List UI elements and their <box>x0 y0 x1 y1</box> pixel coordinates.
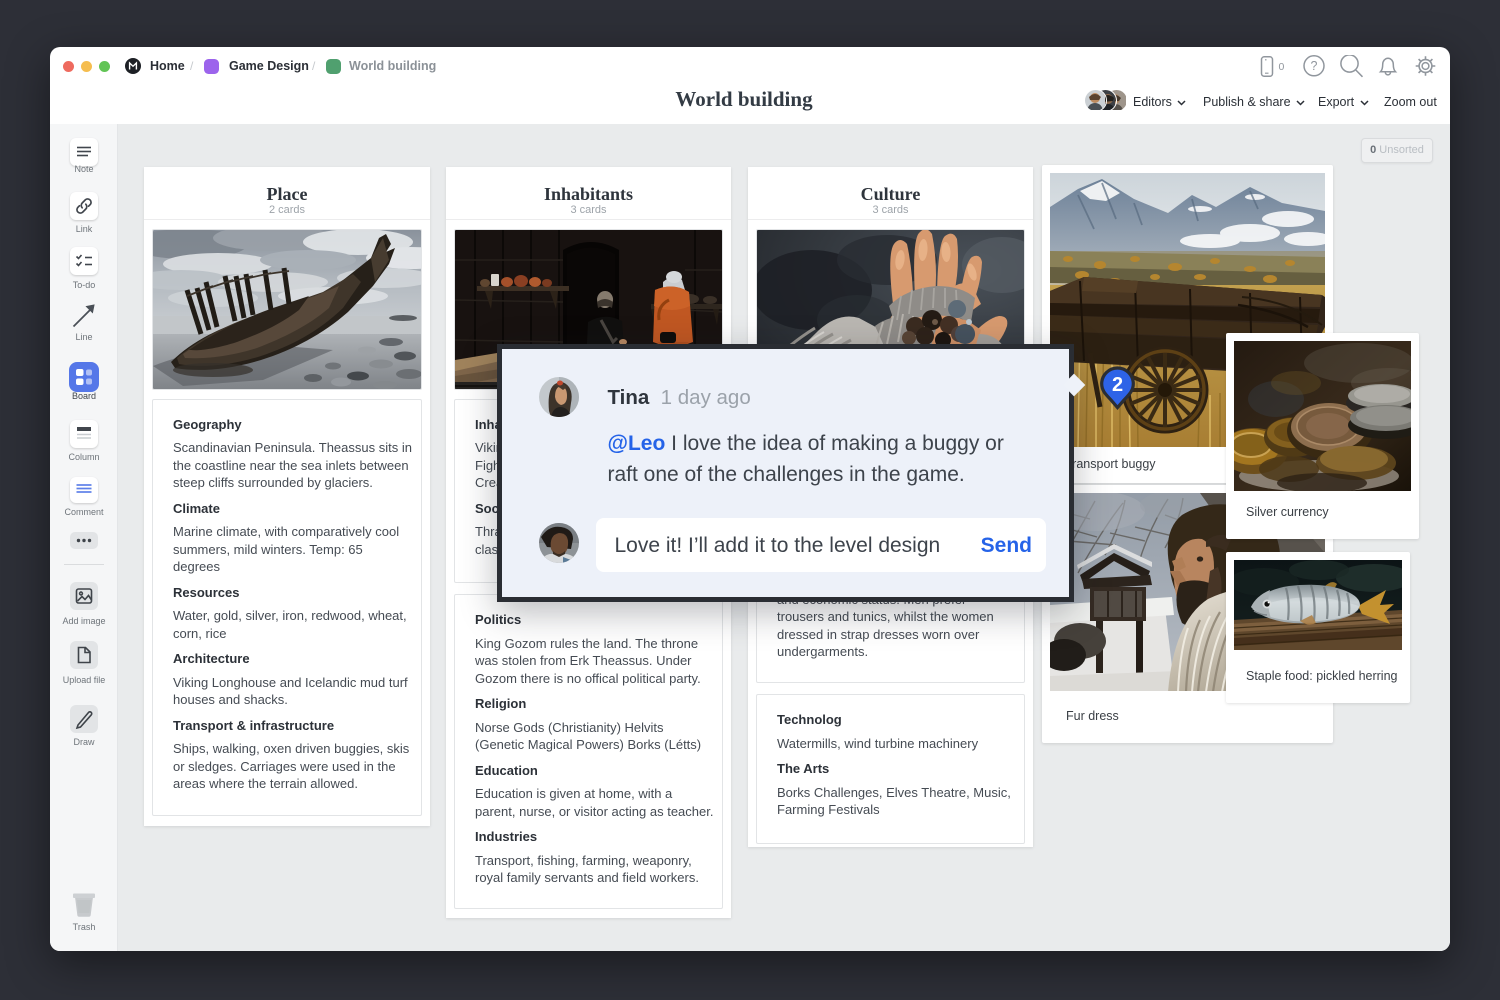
svg-text:0: 0 <box>1279 61 1285 73</box>
svg-text:2: 2 <box>1112 374 1123 396</box>
svg-text:?: ? <box>1311 59 1318 73</box>
